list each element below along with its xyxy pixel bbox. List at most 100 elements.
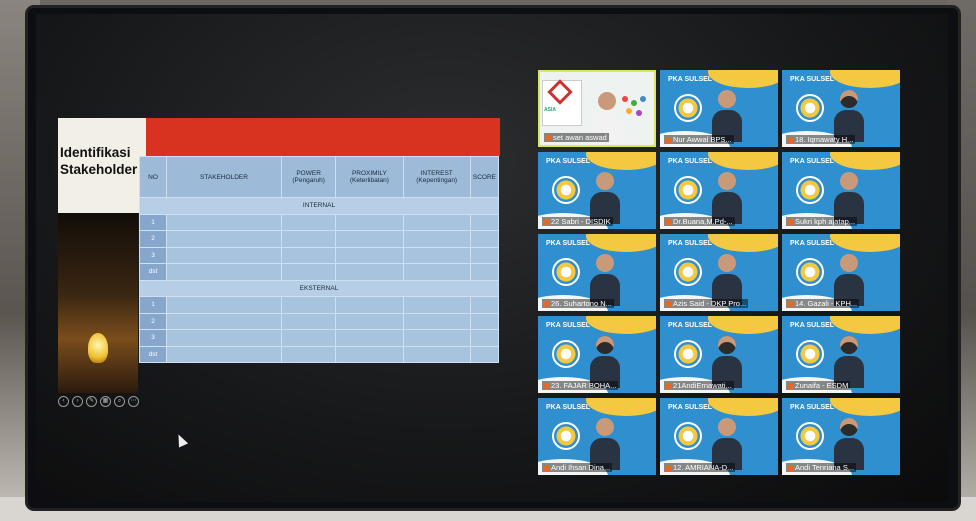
sulsel-emblem-icon [796, 422, 824, 450]
stakeholder-table: NO STAKEHOLDER POWER (Pengaruh) PROXIMIL… [139, 156, 500, 363]
mic-muted-icon [544, 465, 549, 472]
tile-brand-label: PKA SULSEL [546, 158, 591, 165]
more-options-icon[interactable]: ⋯ [128, 396, 139, 407]
participant-name: 26. Suhartono N... [542, 299, 614, 308]
tile-brand-label: PKA SULSEL [790, 76, 835, 83]
participant-name: Azis Said - DKP Pro... [664, 299, 749, 308]
tile-brand-label: PKA SULSEL [546, 322, 591, 329]
participant-tile[interactable]: PKA SULSEL Azis Said - DKP Pro... [660, 234, 778, 311]
mic-muted-icon [788, 219, 793, 226]
participant-name-label: 21AndiErnawati... [673, 381, 732, 390]
tile-brand-label: PKA SULSEL [668, 76, 713, 83]
sulsel-emblem-icon [796, 340, 824, 368]
sulsel-emblem-icon [796, 258, 824, 286]
mic-muted-icon [666, 465, 671, 472]
sulsel-emblem-icon [796, 94, 824, 122]
participant-name: 12. AMRIANA-D... [664, 463, 736, 472]
table-row: 1 [139, 213, 500, 231]
row-number: 1 [139, 296, 167, 314]
pen-icon[interactable]: ✎ [86, 396, 97, 407]
table-row: dst [139, 263, 500, 281]
table-row: dst [139, 345, 500, 363]
table-row: 2 [139, 312, 500, 330]
participant-name-label: 12. AMRIANA-D... [673, 463, 734, 472]
participant-name-label: Azis Said - DKP Pro... [673, 299, 747, 308]
table-row: 1 [139, 296, 500, 314]
section-label: INTERNAL [139, 197, 499, 215]
row-number: 3 [139, 246, 167, 264]
participant-name: Zunaifa - ESDM [786, 381, 851, 390]
tile-brand-label: PKA SULSEL [790, 322, 835, 329]
mic-muted-icon [788, 137, 793, 144]
participant-tile[interactable]: PKA SULSEL 22 Sabri - DISDIK [538, 152, 656, 229]
slide-controls[interactable]: ‹ › ✎ ▦ ⌕ ⋯ [58, 396, 139, 408]
meeting-screen: Identifikasi Stakeholder ‹ › ✎ ▦ ⌕ ⋯ NO … [36, 14, 948, 502]
participant-tile[interactable]: ASIA set awan aswad [538, 70, 656, 147]
mic-muted-icon [546, 135, 551, 142]
participant-name-label: set awan aswad [553, 133, 607, 142]
mic-muted-icon [666, 301, 671, 308]
participant-tile[interactable]: PKA SULSEL Andi Ihsan Dina... [538, 398, 656, 475]
participant-tile[interactable]: PKA SULSEL 23. FAJAR BOHA... [538, 316, 656, 393]
col-header: SCORE [469, 156, 500, 198]
participant-name-label: 14. Gazali - KPH... [795, 299, 858, 308]
col-header: STAKEHOLDER [166, 156, 282, 198]
col-header: INTEREST (Kepentingan) [402, 156, 471, 198]
participant-name: set awan aswad [544, 133, 609, 142]
participant-tile[interactable]: PKA SULSEL Nur Awwal BPS... [660, 70, 778, 147]
next-slide-icon[interactable]: › [72, 396, 83, 407]
row-number: dst [139, 263, 167, 281]
sulsel-emblem-icon [674, 258, 702, 286]
participant-tile[interactable]: PKA SULSEL Sukri kph ajatap... [782, 152, 900, 229]
table-row: 3 [139, 246, 500, 264]
participant-gallery: ASIA set awan aswad PKA SULSEL Nur Awwal BP… [538, 70, 900, 480]
participant-name-label: 23. FAJAR BOHA... [551, 381, 617, 390]
participant-name-label: 22 Sabri - DISDIK [551, 217, 611, 226]
participant-name: Nur Awwal BPS... [664, 135, 734, 144]
slide-title-box: Identifikasi Stakeholder [58, 118, 146, 213]
participant-tile[interactable]: PKA SULSEL Zunaifa - ESDM [782, 316, 900, 393]
tile-brand-label: PKA SULSEL [546, 240, 591, 247]
sulsel-emblem-icon [552, 258, 580, 286]
mic-muted-icon [788, 301, 793, 308]
participant-name-label: Zunaifa - ESDM [795, 381, 849, 390]
asia-university-logo: ASIA [542, 79, 582, 126]
sulsel-emblem-icon [552, 340, 580, 368]
mic-muted-icon [788, 383, 793, 390]
tile-brand-label: PKA SULSEL [790, 404, 835, 411]
tile-brand-label: PKA SULSEL [668, 322, 713, 329]
table-row: 3 [139, 329, 500, 347]
col-header: PROXIMILY (Keterlibatan) [335, 156, 404, 198]
section-label: EKSTERNAL [139, 279, 499, 297]
slide-title: Identifikasi Stakeholder [60, 145, 138, 177]
lightbulb-icon [88, 333, 108, 363]
zoom-icon[interactable]: ⌕ [114, 396, 125, 407]
participant-name: 18. Iqmawaty H... [786, 135, 856, 144]
sulsel-emblem-icon [552, 422, 580, 450]
mic-muted-icon [544, 383, 549, 390]
participant-name-label: 18. Iqmawaty H... [795, 135, 854, 144]
participant-name-label: Dr.Buana,M.Pd-... [673, 217, 733, 226]
table-header-row: NO STAKEHOLDER POWER (Pengaruh) PROXIMIL… [139, 156, 500, 198]
colored-dots-graphic [622, 96, 648, 118]
sulsel-emblem-icon [674, 94, 702, 122]
row-number: 1 [139, 213, 167, 231]
mic-muted-icon [544, 219, 549, 226]
row-number: 3 [139, 329, 167, 347]
mic-muted-icon [544, 301, 549, 308]
prev-slide-icon[interactable]: ‹ [58, 396, 69, 407]
row-number: 2 [139, 312, 167, 330]
tile-brand-label: PKA SULSEL [668, 158, 713, 165]
participant-tile[interactable]: PKA SULSEL 18. Iqmawaty H... [782, 70, 900, 147]
participant-tile[interactable]: PKA SULSEL Dr.Buana,M.Pd-... [660, 152, 778, 229]
participant-tile[interactable]: PKA SULSEL Andi Tenriana S... [782, 398, 900, 475]
grid-view-icon[interactable]: ▦ [100, 396, 111, 407]
sulsel-emblem-icon [674, 176, 702, 204]
section-row: INTERNAL [139, 197, 499, 215]
participant-tile[interactable]: PKA SULSEL 26. Suhartono N... [538, 234, 656, 311]
participant-tile[interactable]: PKA SULSEL 14. Gazali - KPH... [782, 234, 900, 311]
participant-name-label: Andi Tenriana S... [795, 463, 855, 472]
row-number: 2 [139, 230, 167, 248]
participant-tile[interactable]: PKA SULSEL 12. AMRIANA-D... [660, 398, 778, 475]
participant-tile[interactable]: PKA SULSEL 21AndiErnawati... [660, 316, 778, 393]
